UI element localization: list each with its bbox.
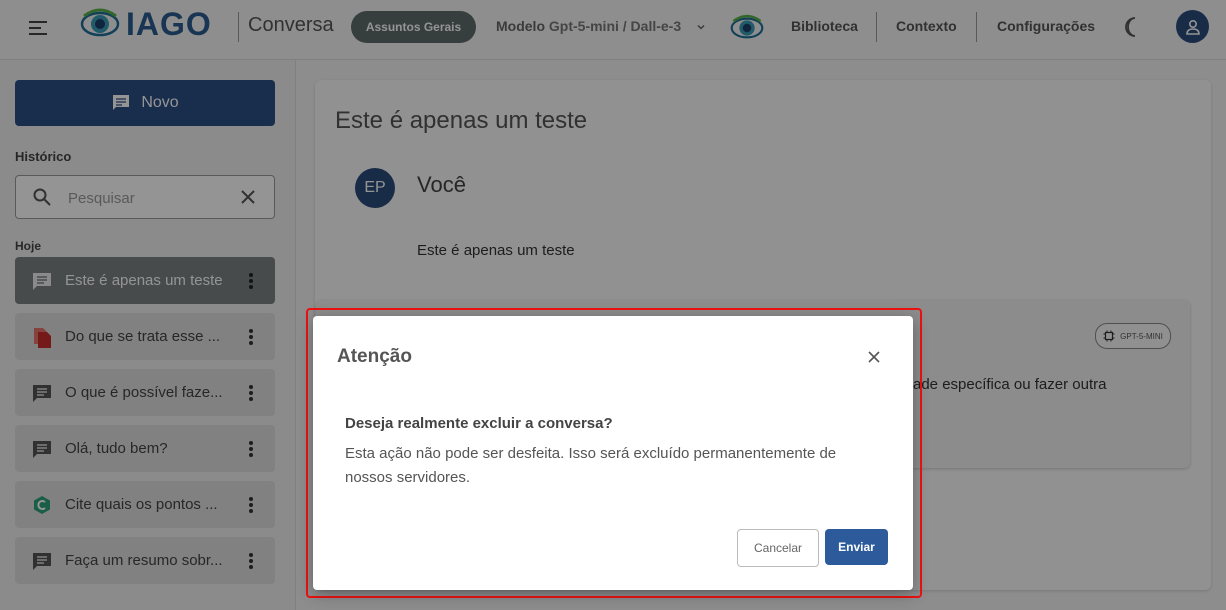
dialog-body: Esta ação não pode ser desfeita. Isso se… bbox=[345, 445, 837, 486]
close-icon[interactable] bbox=[864, 347, 884, 367]
dialog-question: Deseja realmente excluir a conversa? bbox=[345, 415, 613, 432]
confirm-button[interactable]: Enviar bbox=[825, 529, 888, 565]
cancel-button[interactable]: Cancelar bbox=[737, 529, 819, 567]
dialog-title: Atenção bbox=[337, 346, 412, 367]
delete-confirmation-dialog: Atenção Deseja realmente excluir a conve… bbox=[313, 316, 913, 590]
